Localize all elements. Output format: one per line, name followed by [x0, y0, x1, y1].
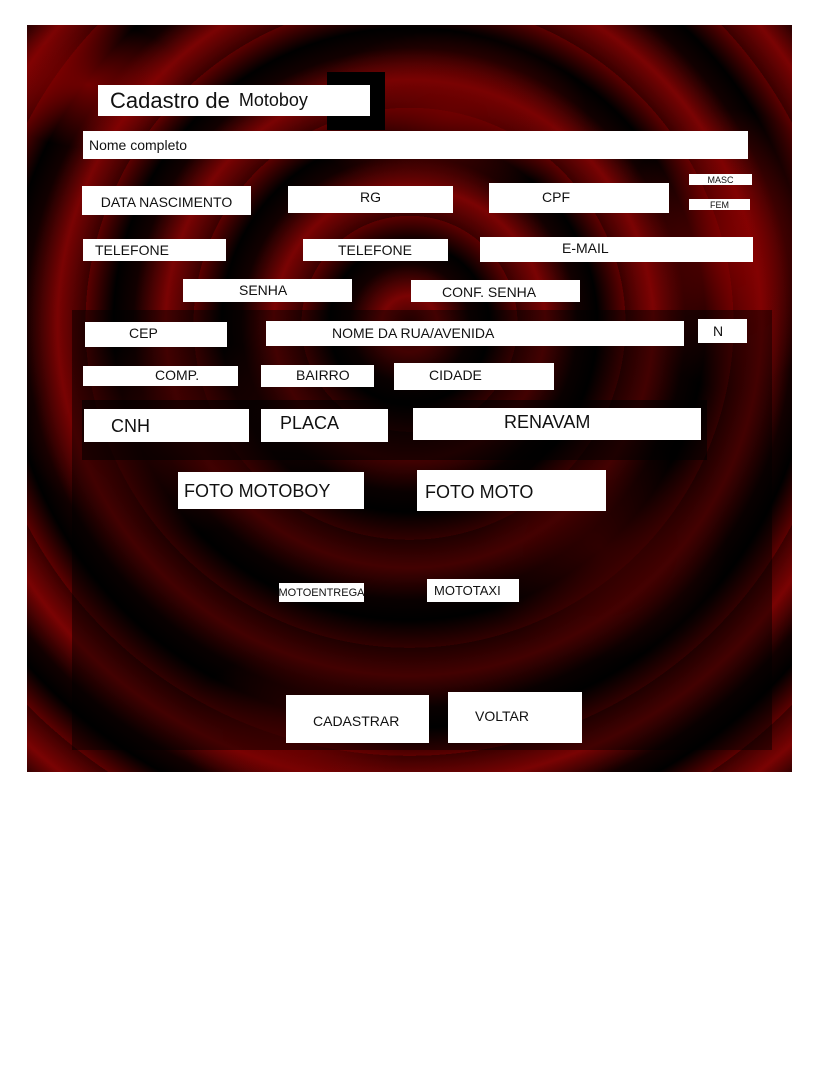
title-text-1: Cadastro de: [110, 87, 230, 113]
cnh-field[interactable]: CNH: [84, 409, 249, 442]
motoboy-photo-button[interactable]: FOTO MOTOBOY: [178, 472, 364, 509]
full-name-field[interactable]: Nome completo: [83, 131, 748, 159]
fem-option[interactable]: FEM: [689, 199, 750, 210]
password-field[interactable]: SENHA: [183, 279, 352, 302]
page-title: Cadastro de Motoboy: [98, 85, 370, 116]
confirm-password-field[interactable]: CONF. SENHA: [411, 280, 580, 302]
city-field[interactable]: CIDADE: [394, 363, 554, 390]
plate-field[interactable]: PLACA: [261, 409, 388, 442]
phone-field-1[interactable]: TELEFONE: [83, 239, 226, 261]
moto-photo-button[interactable]: FOTO MOTO: [417, 470, 606, 511]
email-field[interactable]: E-MAIL: [480, 237, 753, 262]
renavam-field[interactable]: RENAVAM: [413, 408, 701, 440]
title-text-2: Motoboy: [238, 90, 308, 110]
number-field[interactable]: N: [698, 319, 747, 343]
back-button[interactable]: VOLTAR: [448, 692, 582, 743]
rg-field[interactable]: RG: [288, 186, 453, 213]
phone-field-2[interactable]: TELEFONE: [303, 239, 448, 261]
street-field[interactable]: NOME DA RUA/AVENIDA: [266, 321, 684, 346]
register-button[interactable]: CADASTRAR: [286, 695, 429, 743]
motoentrega-option[interactable]: MOTOENTREGA: [279, 583, 364, 602]
cpf-field[interactable]: CPF: [489, 183, 669, 213]
complement-field[interactable]: COMP.: [83, 366, 238, 386]
neighborhood-field[interactable]: BAIRRO: [261, 365, 374, 387]
masc-option[interactable]: MASC: [689, 174, 752, 185]
birthdate-field[interactable]: DATA NASCIMENTO: [82, 186, 251, 215]
cep-field[interactable]: CEP: [85, 322, 227, 347]
mototaxi-option[interactable]: MOTOTAXI: [427, 579, 519, 602]
